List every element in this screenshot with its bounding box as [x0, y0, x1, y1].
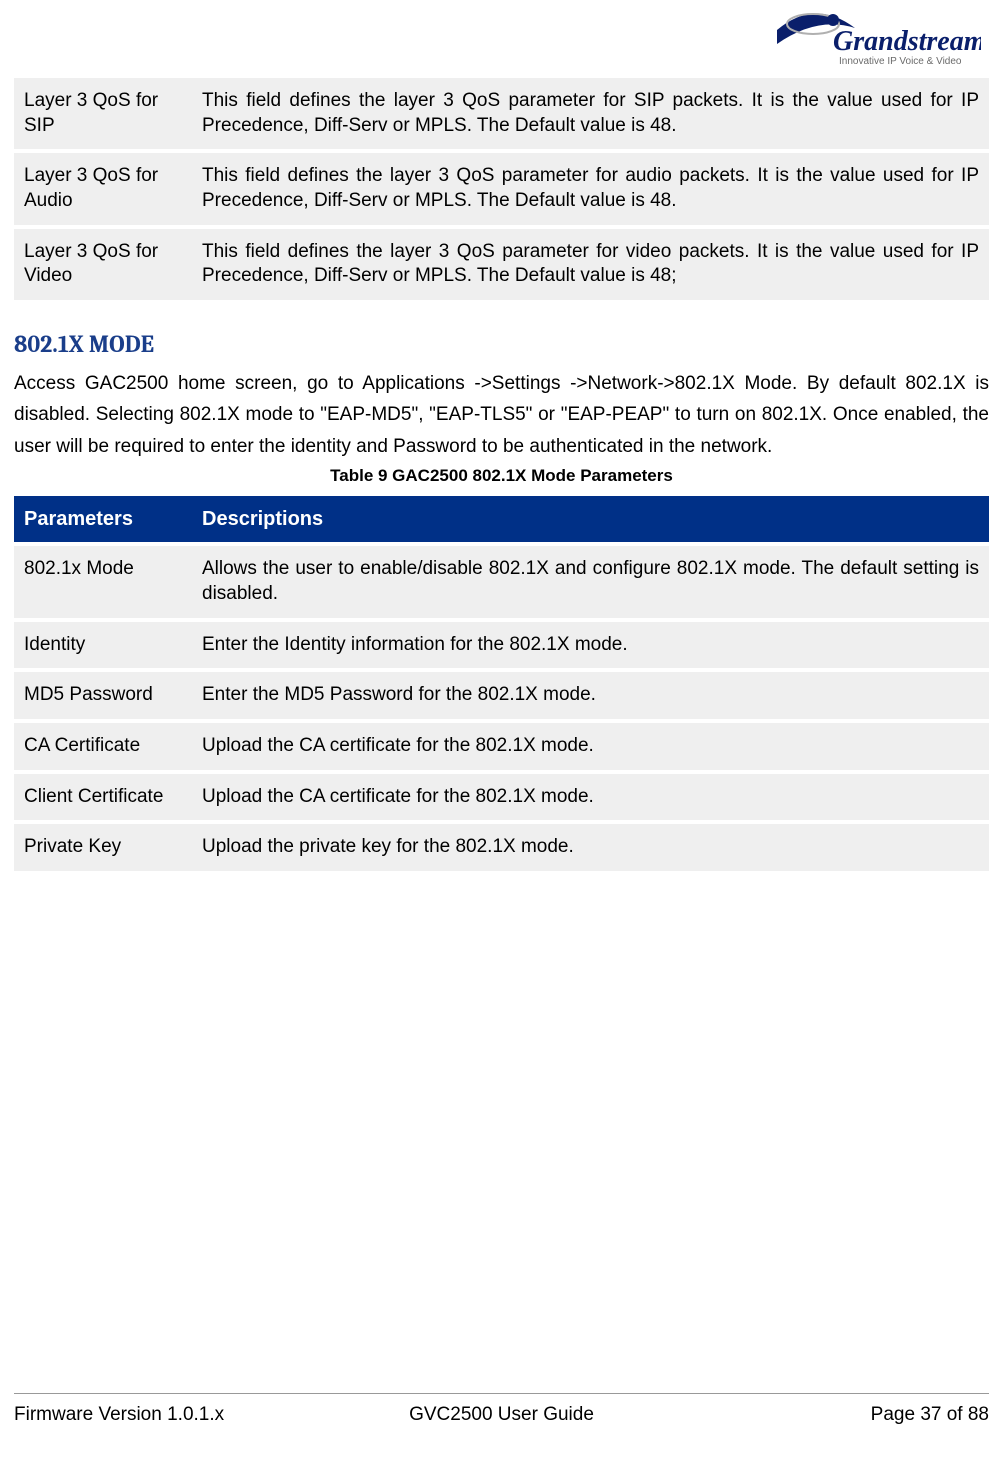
- param-cell: 802.1x Mode: [14, 546, 192, 617]
- page-footer: Firmware Version 1.0.1.x GVC2500 User Gu…: [14, 1393, 989, 1426]
- mode-table: Parameters Descriptions 802.1x Mode Allo…: [14, 492, 989, 875]
- desc-cell: This field defines the layer 3 QoS param…: [192, 78, 989, 149]
- desc-cell: Allows the user to enable/disable 802.1X…: [192, 546, 989, 617]
- param-cell: Layer 3 QoS for SIP: [14, 78, 192, 149]
- desc-cell: Upload the CA certificate for the 802.1X…: [192, 723, 989, 770]
- brand-name: Grandstream: [833, 26, 981, 57]
- table-row: CA Certificate Upload the CA certificate…: [14, 723, 989, 770]
- param-cell: Identity: [14, 622, 192, 669]
- desc-cell: Enter the Identity information for the 8…: [192, 622, 989, 669]
- qos-table: Layer 3 QoS for SIP This field defines t…: [14, 74, 989, 304]
- footer-center: GVC2500 User Guide: [339, 1404, 664, 1426]
- table-row: MD5 Password Enter the MD5 Password for …: [14, 672, 989, 719]
- table-row: Layer 3 QoS for Audio This field defines…: [14, 153, 989, 224]
- section-heading: 802.1X MODE: [14, 330, 989, 358]
- param-cell: CA Certificate: [14, 723, 192, 770]
- table-row: Client Certificate Upload the CA certifi…: [14, 774, 989, 821]
- footer-right: Page 37 of 88: [664, 1404, 989, 1426]
- desc-cell: Upload the CA certificate for the 802.1X…: [192, 774, 989, 821]
- table-row: Layer 3 QoS for Video This field defines…: [14, 229, 989, 300]
- table-row: Identity Enter the Identity information …: [14, 622, 989, 669]
- section-paragraph: Access GAC2500 home screen, go to Applic…: [14, 368, 989, 462]
- brand-tagline: Innovative IP Voice & Video: [839, 56, 962, 67]
- table-row: Layer 3 QoS for SIP This field defines t…: [14, 78, 989, 149]
- footer-left: Firmware Version 1.0.1.x: [14, 1404, 339, 1426]
- param-cell: Client Certificate: [14, 774, 192, 821]
- table-caption: Table 9 GAC2500 802.1X Mode Parameters: [14, 466, 989, 486]
- desc-cell: Enter the MD5 Password for the 802.1X mo…: [192, 672, 989, 719]
- desc-cell: Upload the private key for the 802.1X mo…: [192, 824, 989, 871]
- header-cell-param: Parameters: [14, 496, 192, 542]
- param-cell: Layer 3 QoS for Video: [14, 229, 192, 300]
- table-header-row: Parameters Descriptions: [14, 496, 989, 542]
- desc-cell: This field defines the layer 3 QoS param…: [192, 229, 989, 300]
- header-cell-desc: Descriptions: [192, 496, 989, 542]
- param-cell: Private Key: [14, 824, 192, 871]
- param-cell: MD5 Password: [14, 672, 192, 719]
- table-row: Private Key Upload the private key for t…: [14, 824, 989, 871]
- table-row: 802.1x Mode Allows the user to enable/di…: [14, 546, 989, 617]
- brand-logo: Grandstream Innovative IP Voice & Video: [777, 10, 981, 68]
- desc-cell: This field defines the layer 3 QoS param…: [192, 153, 989, 224]
- param-cell: Layer 3 QoS for Audio: [14, 153, 192, 224]
